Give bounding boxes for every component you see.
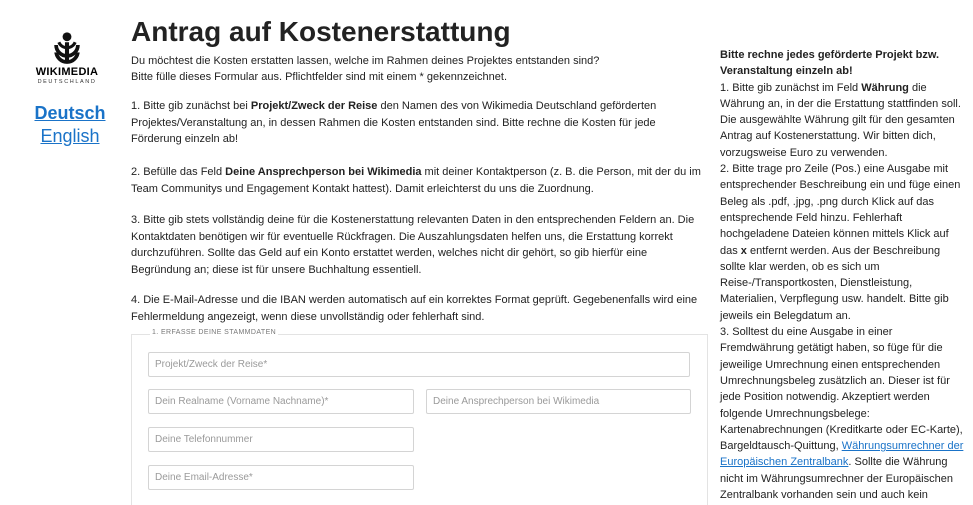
logo-wordmark: WIKIMEDIA	[35, 66, 99, 78]
sidebar-paragraph-2: 2. Bitte trage pro Zeile (Pos.) eine Aus…	[720, 161, 965, 324]
wikimedia-logo-icon	[52, 32, 82, 64]
step-2-bold: Deine Ansprechperson bei Wikimedia	[225, 166, 422, 178]
contact-person-input[interactable]	[426, 389, 691, 414]
page: WIKIMEDIA DEUTSCHLAND Deutsch English An…	[0, 0, 973, 505]
language-link-deutsch[interactable]: Deutsch	[20, 103, 120, 124]
language-link-english[interactable]: English	[20, 126, 120, 147]
intro-text: Du möchtest die Kosten erstatten lassen,…	[131, 53, 691, 85]
page-title: Antrag auf Kostenerstattung	[131, 16, 511, 47]
phone-input[interactable]	[148, 427, 414, 452]
sidebar-p1-text: 1. Bitte gib zunächst im Feld	[720, 81, 862, 94]
realname-input[interactable]	[148, 389, 414, 414]
sidebar-header: Bitte rechne jedes geförderte Projekt bz…	[720, 49, 940, 78]
step-1-text: 1. Bitte gib zunächst bei	[131, 100, 251, 112]
sidebar-p2-text: 2. Bitte trage pro Zeile (Pos.) eine Aus…	[720, 163, 961, 257]
instruction-step-4: 4. Die E-Mail-Adresse und die IBAN werde…	[131, 294, 698, 323]
email-input[interactable]	[148, 465, 414, 490]
stammdaten-fieldset: 1. ERFASSE DEINE STAMMDATEN	[131, 329, 708, 505]
step-2-text: 2. Befülle das Feld	[131, 166, 226, 178]
intro-line-2: Bitte fülle dieses Formular aus. Pflicht…	[131, 71, 508, 83]
instruction-step-3: 3. Bitte gib stets vollständig deine für…	[131, 214, 695, 276]
logo-subtitle: DEUTSCHLAND	[37, 79, 97, 85]
fieldset-legend: 1. ERFASSE DEINE STAMMDATEN	[150, 329, 279, 336]
project-purpose-input[interactable]	[148, 352, 690, 377]
intro-line-1: Du möchtest die Kosten erstatten lassen,…	[131, 55, 600, 67]
instructions-sidebar: Bitte rechne jedes geförderte Projekt bz…	[720, 47, 965, 503]
sidebar-p1-bold: Währung	[861, 81, 909, 94]
wikimedia-logo: WIKIMEDIA DEUTSCHLAND	[27, 30, 107, 85]
sidebar-paragraph-1: 1. Bitte gib zunächst im Feld Währung di…	[720, 80, 965, 161]
instruction-step-2: 2. Befülle das Feld Deine Ansprechperson…	[131, 164, 701, 197]
sidebar-p2-text-2: entfernt werden. Aus der Beschreibung so…	[720, 244, 949, 322]
instruction-step-1: 1. Bitte gib zunächst bei Projekt/Zweck …	[131, 98, 701, 148]
step-1-bold: Projekt/Zweck der Reise	[250, 100, 378, 112]
sidebar-paragraph-3: 3. Solltest du eine Ausgabe in einer Fre…	[720, 324, 965, 503]
sidebar-p3-text: 3. Solltest du eine Ausgabe in einer Fre…	[720, 326, 963, 453]
